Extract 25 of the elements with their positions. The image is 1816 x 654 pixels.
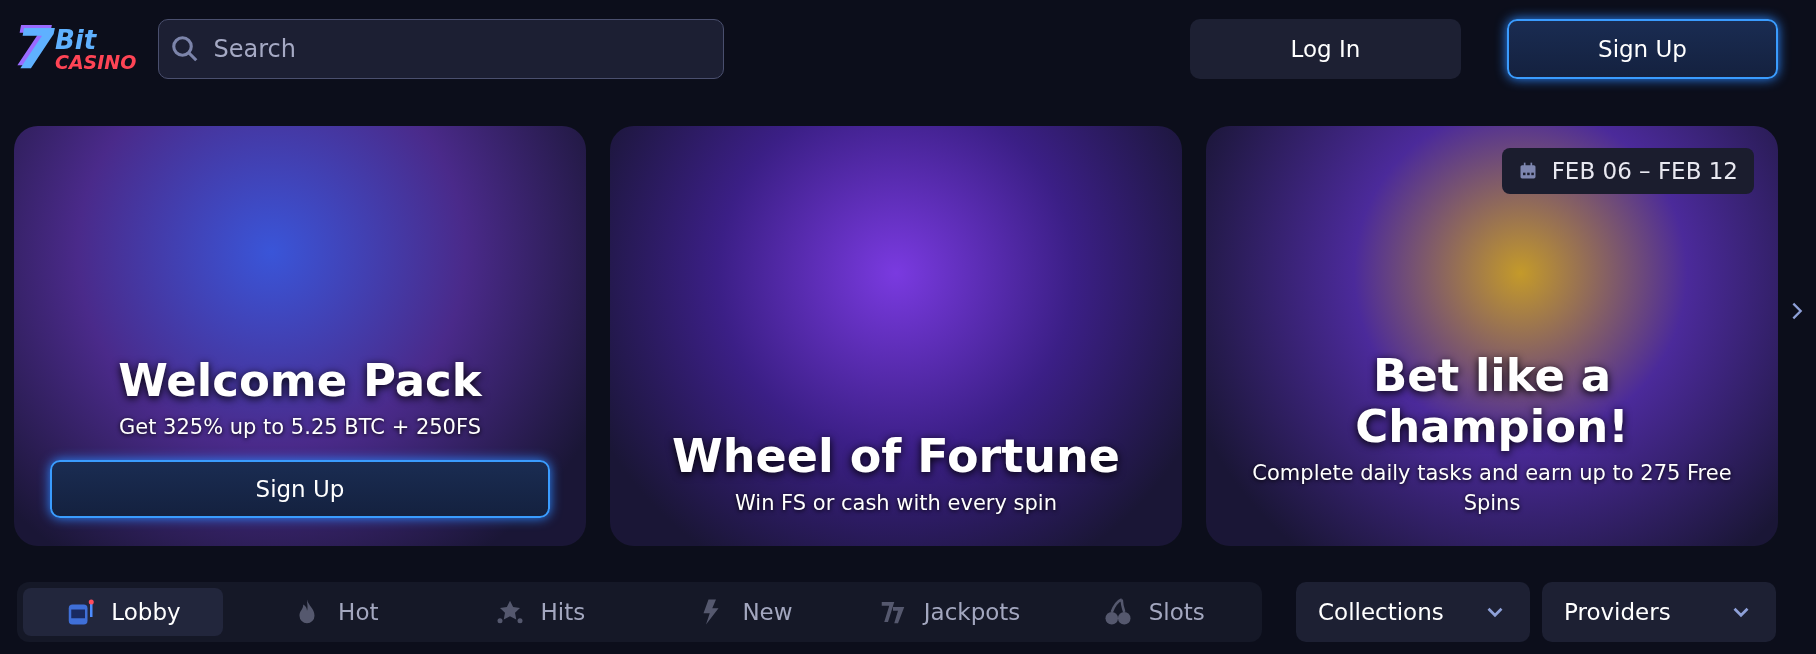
banner-title: Wheel of Fortune: [672, 429, 1120, 483]
category-tab[interactable]: Lobby: [23, 588, 223, 636]
sign-up-button[interactable]: Sign Up: [1507, 19, 1778, 79]
banner-subtitle: Get 325% up to 5.25 BTC + 250FS: [118, 413, 482, 441]
banner-title: Bet like a Champion!: [1354, 349, 1630, 454]
category-tab[interactable]: Slots: [1051, 588, 1256, 636]
banner-subtitle: Win FS or cash with every spin: [735, 489, 1057, 517]
banner-title: Welcome Pack: [118, 354, 482, 407]
category-tab[interactable]: New: [642, 588, 847, 636]
dropdown-button[interactable]: Providers: [1542, 582, 1776, 642]
category-tab[interactable]: Hot: [233, 588, 438, 636]
date-range: FEB 06 – FEB 12: [1551, 158, 1738, 184]
dropdown-button[interactable]: Collections: [1296, 582, 1530, 642]
logo-wordmark: Bit: [54, 26, 98, 53]
category-tab[interactable]: Hits: [437, 588, 643, 636]
search-field[interactable]: Search: [158, 19, 725, 79]
category-tab[interactable]: Jackpots: [846, 588, 1052, 636]
promo-banner[interactable]: FEB 06 – FEB 12 Bet like a Champion! Complete daily tasks and earn up to 275 Free Spins: [1206, 126, 1778, 546]
logo-subtitle: CASINO: [54, 52, 137, 72]
log-in-button[interactable]: Log In: [1190, 19, 1461, 79]
sign-up-button[interactable]: Sign Up: [50, 460, 550, 518]
promo-banner[interactable]: Wheel of Fortune Win FS or cash with every spin: [610, 126, 1182, 546]
logo-numeral: 7: [16, 21, 55, 77]
banner-subtitle: Complete daily tasks and earn up to 275 Free Spins: [1251, 460, 1733, 517]
promo-banner[interactable]: Welcome Pack Get 325% up to 5.25 BTC + 250FS Sign Up: [14, 126, 586, 546]
